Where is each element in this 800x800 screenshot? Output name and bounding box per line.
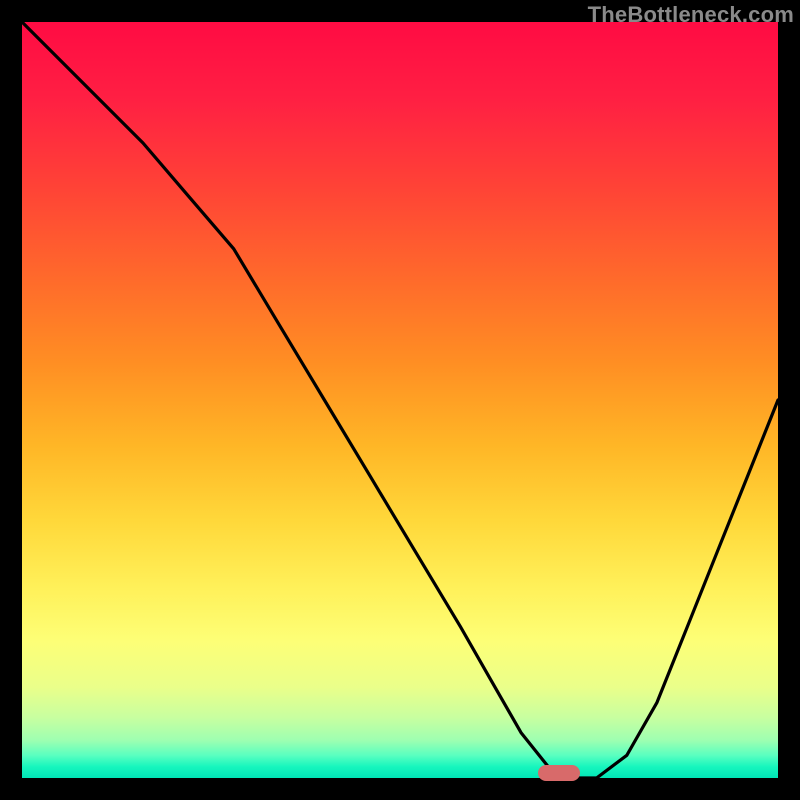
plot-area bbox=[22, 22, 778, 778]
bottleneck-curve bbox=[22, 22, 778, 778]
chart-frame: TheBottleneck.com bbox=[0, 0, 800, 800]
optimal-point-marker bbox=[538, 765, 580, 781]
